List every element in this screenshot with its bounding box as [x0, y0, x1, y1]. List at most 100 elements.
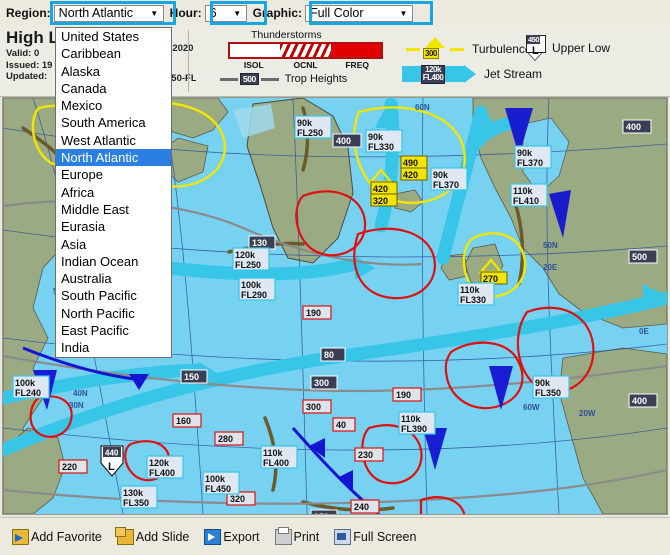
region-select[interactable]: North Atlantic ▼: [53, 4, 164, 22]
svg-text:20E: 20E: [543, 263, 558, 272]
region-dropdown-list[interactable]: United States Caribbean Alaska Canada Mexico…: [55, 27, 172, 358]
header-divider: [188, 30, 189, 92]
dropdown-option[interactable]: Indian Ocean: [56, 253, 171, 270]
legend-ts-isol-swatch: [230, 44, 281, 57]
dropdown-option[interactable]: Australia: [56, 270, 171, 287]
toolbar-button[interactable]: Full Screen: [334, 528, 417, 545]
legend-jet-chip: 120k FL400: [420, 64, 446, 84]
svg-text:190: 190: [396, 390, 411, 400]
dropdown-option[interactable]: Canada: [56, 80, 171, 97]
hour-select-value: 6: [209, 6, 217, 20]
legend-ts-ocnl-label: OCNL: [293, 60, 318, 70]
toolbar-button[interactable]: Export: [204, 528, 260, 545]
dropdown-option[interactable]: Asia: [56, 236, 171, 253]
svg-text:150: 150: [184, 372, 199, 382]
dropdown-option[interactable]: India: [56, 339, 171, 356]
hour-select[interactable]: 6 ▼: [204, 4, 247, 22]
add-slide-icon: [114, 526, 134, 545]
dropdown-option[interactable]: Alaska: [56, 63, 171, 80]
svg-text:FL400: FL400: [263, 458, 289, 468]
dropdown-option[interactable]: North Pacific: [56, 305, 171, 322]
hour-label: Hour:: [169, 6, 202, 20]
dropdown-option[interactable]: Middle East: [56, 201, 171, 218]
svg-text:FL330: FL330: [460, 295, 486, 305]
legend-upper-low-glyph: L: [532, 45, 539, 57]
svg-text:230: 230: [358, 450, 373, 460]
svg-text:20W: 20W: [579, 409, 596, 418]
dropdown-option[interactable]: East Pacific: [56, 322, 171, 339]
svg-text:420: 420: [373, 184, 388, 194]
legend-upper-low: 450 L Upper Low: [526, 35, 610, 61]
svg-text:320: 320: [230, 494, 245, 504]
svg-text:420: 420: [403, 170, 418, 180]
svg-text:60W: 60W: [523, 403, 540, 412]
svg-text:160: 160: [176, 416, 191, 426]
legend-ts-freq-swatch: [330, 44, 381, 57]
full-screen-icon: [334, 528, 352, 545]
dropdown-option[interactable]: South Pacific: [56, 287, 171, 304]
graphic-select[interactable]: Full Color ▼: [305, 4, 414, 22]
svg-text:80: 80: [324, 350, 334, 360]
svg-text:110k: 110k: [513, 186, 534, 196]
svg-text:FL290: FL290: [241, 290, 267, 300]
toolbar-button-label: Print: [293, 529, 320, 544]
turbulence-dash-icon: [450, 47, 464, 51]
svg-text:100k: 100k: [241, 280, 262, 290]
toolbar-button[interactable]: Add Favorite: [12, 528, 102, 545]
graphic-label: Graphic:: [252, 6, 303, 20]
svg-text:100k: 100k: [15, 378, 36, 388]
bottom-toolbar: Add Favorite Add Slide Export Print Full Scr…: [0, 517, 670, 555]
dropdown-option[interactable]: United States: [56, 28, 171, 45]
chevron-down-icon: ▼: [150, 8, 159, 18]
legend-trop-heights: 500 Trop Heights: [220, 73, 347, 85]
add-favorite-icon: [12, 528, 29, 545]
svg-text:90k: 90k: [535, 378, 551, 388]
dropdown-option[interactable]: West Atlantic: [56, 132, 171, 149]
svg-text:FL400: FL400: [149, 468, 175, 478]
legend-thunderstorms-bar: [228, 42, 383, 59]
svg-text:350: 350: [314, 512, 329, 514]
turbulence-dash-icon: [406, 47, 420, 51]
svg-text:190: 190: [306, 308, 321, 318]
legend-trop-label: Trop Heights: [284, 73, 348, 85]
svg-text:L: L: [108, 461, 115, 473]
toolbar-button-label: Add Slide: [135, 529, 190, 544]
jet-band-icon: 120k FL400: [402, 64, 464, 84]
dropdown-option[interactable]: North Atlantic: [56, 149, 171, 167]
legend-thunderstorms-labels: ISOL OCNL FREQ: [228, 60, 383, 70]
svg-text:60N: 60N: [415, 103, 430, 112]
svg-text:FL350: FL350: [123, 498, 149, 508]
svg-text:440: 440: [105, 449, 119, 458]
svg-text:400: 400: [626, 122, 641, 132]
svg-text:110k: 110k: [263, 448, 284, 458]
legend-turbulence-label: Turbulence: [472, 42, 532, 56]
legend-jet-stream: 120k FL400 Jet Stream: [402, 64, 543, 84]
dropdown-option[interactable]: South America: [56, 114, 171, 131]
toolbar-button-label: Full Screen: [353, 529, 417, 544]
dropdown-option[interactable]: Caribbean: [56, 45, 171, 62]
legend-jet-label: Jet Stream: [484, 67, 543, 81]
legend-trop-chip: 500: [240, 73, 259, 85]
legend-upper-low-label: Upper Low: [552, 41, 611, 55]
trop-line-icon: [260, 77, 279, 81]
svg-text:0E: 0E: [639, 327, 649, 336]
dropdown-option[interactable]: Africa: [56, 184, 171, 201]
svg-text:90k: 90k: [517, 148, 533, 158]
legend-jet-level: FL400: [422, 73, 444, 82]
svg-text:300: 300: [314, 378, 329, 388]
dropdown-option[interactable]: Europe: [56, 166, 171, 183]
dropdown-option[interactable]: Eurasia: [56, 218, 171, 235]
region-select-value: North Atlantic: [58, 6, 134, 20]
svg-text:FL390: FL390: [401, 424, 427, 434]
svg-text:90k: 90k: [433, 170, 449, 180]
toolbar-button[interactable]: Add Slide: [114, 526, 190, 545]
svg-text:110k: 110k: [401, 414, 422, 424]
toolbar-button-label: Export: [223, 529, 260, 544]
dropdown-option[interactable]: Mexico: [56, 97, 171, 114]
svg-text:40N: 40N: [73, 389, 88, 398]
svg-text:120k: 120k: [235, 250, 256, 260]
svg-text:490: 490: [403, 158, 418, 168]
svg-text:FL370: FL370: [517, 158, 543, 168]
toolbar-button[interactable]: Print: [274, 526, 320, 545]
svg-text:FL370: FL370: [433, 180, 459, 190]
